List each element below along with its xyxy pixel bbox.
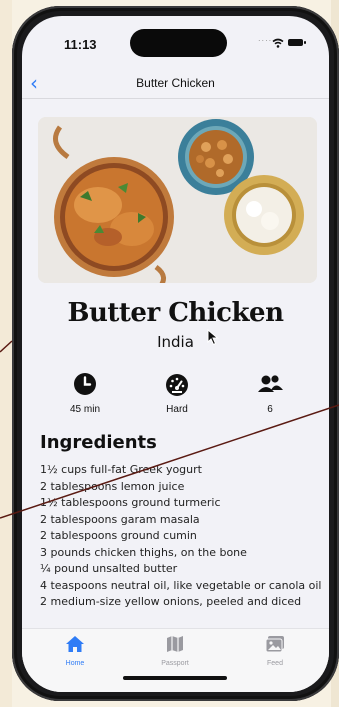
nav-bar: ‹ Butter Chicken <box>22 71 329 99</box>
ingredient-item: 1½ cups full-fat Greek yogurt <box>40 463 202 476</box>
signal-dots: .... <box>258 34 273 43</box>
ingredients-heading: Ingredients <box>40 432 157 453</box>
battery-icon <box>288 39 306 46</box>
tab-feed[interactable]: Feed <box>240 635 310 667</box>
tab-passport-label: Passport <box>161 660 189 667</box>
mouse-cursor-icon <box>207 329 219 346</box>
ingredient-item: 2 medium-size yellow onions, peeled and … <box>40 595 302 608</box>
tab-home-label: Home <box>65 660 85 667</box>
ingredient-item: 3 pounds chicken thighs, on the bone <box>40 545 247 559</box>
people-icon <box>258 375 283 392</box>
stat-servings-value: 6 <box>267 404 273 415</box>
status-bar: 11:13 .... <box>22 16 329 76</box>
recipe-photo <box>38 117 317 283</box>
wifi-icon <box>272 38 284 48</box>
background-strip-left <box>0 0 12 707</box>
recipe-origin: India <box>157 333 194 351</box>
home-indicator <box>123 676 227 680</box>
ingredient-item: 4 teaspoons neutral oil, like vegetable … <box>40 578 322 592</box>
stat-difficulty: Hard <box>137 372 217 415</box>
stat-time: 45 min <box>45 372 125 415</box>
tab-home[interactable]: Home <box>40 635 110 667</box>
ingredient-item: 1½ tablespoons ground turmeric <box>40 496 221 509</box>
tab-feed-label: Feed <box>267 660 283 667</box>
tab-passport[interactable]: Passport <box>140 635 210 667</box>
speedometer-icon <box>166 374 188 396</box>
ingredients-list: 1½ cups full-fat Greek yogurt 2 tablespo… <box>40 462 321 611</box>
home-icon <box>66 636 84 652</box>
status-time: 11:13 <box>64 37 97 52</box>
stat-difficulty-value: Hard <box>166 404 188 415</box>
clock-icon <box>74 373 96 395</box>
photo-icon <box>265 636 284 653</box>
ingredient-item: 2 tablespoons ground cumin <box>40 529 197 542</box>
ingredient-item: 2 tablespoons lemon juice <box>40 479 185 493</box>
dynamic-island <box>130 29 227 57</box>
nav-title: Butter Chicken <box>136 76 215 90</box>
ingredient-item: 2 tablespoons garam masala <box>40 512 200 526</box>
recipe-title: Butter Chicken <box>67 298 284 328</box>
app-screen: 11:13 .... ‹ Butter Chicken Butter Chick… <box>22 16 329 692</box>
ingredient-item: ¼ pound unsalted butter <box>40 562 178 575</box>
map-icon <box>167 636 183 652</box>
stat-time-value: 45 min <box>69 404 100 415</box>
stat-servings: 6 <box>230 372 310 415</box>
tab-bar: Home Passport Feed <box>22 628 329 692</box>
